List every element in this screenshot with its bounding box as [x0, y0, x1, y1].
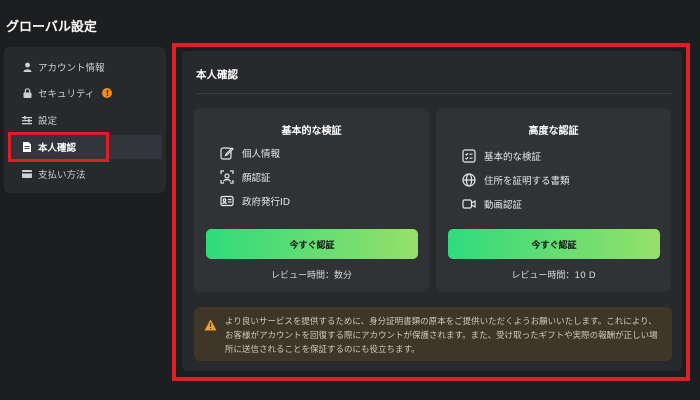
feature-label: 個人情報: [242, 149, 281, 160]
page-title: グローバル設定: [6, 20, 97, 35]
user-icon: [22, 62, 32, 72]
advanced-verification-card: 高度な認証 基本的な検証 住所を証明する書類 動画認証 今すぐ認証 レビュー時間…: [436, 108, 671, 292]
settings-sliders-icon: [22, 115, 32, 125]
sidebar-item-label: アカウント情報: [38, 63, 105, 74]
feature-basic-verification: 基本的な検証: [462, 149, 541, 163]
review-time: レビュー時間：数分: [270, 271, 352, 281]
globe-icon: [462, 173, 476, 187]
sidebar-item-identity-verification[interactable]: 本人確認: [8, 135, 162, 159]
notice-banner: より良いサービスを提供するために、身分証明書類の原本をご提供いただくようお願いい…: [194, 307, 672, 361]
sidebar-item-security[interactable]: セキュリティ !: [8, 81, 162, 105]
sidebar-item-label: セキュリティ: [38, 89, 95, 100]
basic-verification-card: 基本的な検証 個人情報 顔認証 政府発行ID 今すぐ認証 レビュー時間：数分: [194, 108, 429, 292]
face-scan-icon: [220, 170, 234, 184]
notice-text: より良いサービスを提供するために、身分証明書類の原本をご提供いただくようお願いい…: [225, 317, 658, 355]
security-warning-badge: !: [102, 88, 113, 98]
verify-now-advanced-button[interactable]: 今すぐ認証: [448, 229, 660, 259]
document-icon: [22, 142, 32, 152]
card-title: 高度な認証: [528, 126, 579, 137]
feature-label: 基本的な検証: [484, 152, 542, 163]
feature-label: 住所を証明する書類: [484, 176, 570, 187]
feature-face-recognition: 顔認証: [220, 170, 271, 184]
section-divider: [196, 93, 672, 94]
sidebar: アカウント情報 セキュリティ ! 設定 本人確認 支払い方法: [4, 47, 166, 193]
verify-now-basic-button[interactable]: 今すぐ認証: [206, 229, 418, 259]
card-icon: [22, 169, 32, 179]
sidebar-item-label: 設定: [38, 116, 58, 127]
feature-personal-info: 個人情報: [220, 146, 280, 160]
review-time: レビュー時間：10 D: [511, 271, 596, 281]
edit-icon: [220, 146, 234, 160]
id-card-icon: [220, 194, 234, 208]
feature-label: 政府発行ID: [242, 197, 291, 208]
lock-icon: [22, 88, 32, 98]
feature-video-verification: 動画認証: [462, 197, 522, 211]
sidebar-item-account-info[interactable]: アカウント情報: [8, 55, 162, 79]
sidebar-item-label: 本人確認: [38, 143, 77, 154]
feature-label: 動画認証: [484, 200, 523, 211]
feature-label: 顔認証: [242, 173, 271, 184]
feature-proof-of-address: 住所を証明する書類: [462, 173, 570, 187]
warning-icon: [204, 316, 217, 331]
sidebar-item-settings[interactable]: 設定: [8, 108, 162, 132]
card-title: 基本的な検証: [281, 126, 342, 137]
feature-government-id: 政府発行ID: [220, 194, 290, 208]
video-icon: [462, 197, 476, 211]
checklist-icon: [462, 149, 476, 163]
sidebar-item-payment-methods[interactable]: 支払い方法: [8, 162, 162, 186]
section-title: 本人確認: [196, 69, 238, 81]
sidebar-item-label: 支払い方法: [38, 170, 86, 181]
